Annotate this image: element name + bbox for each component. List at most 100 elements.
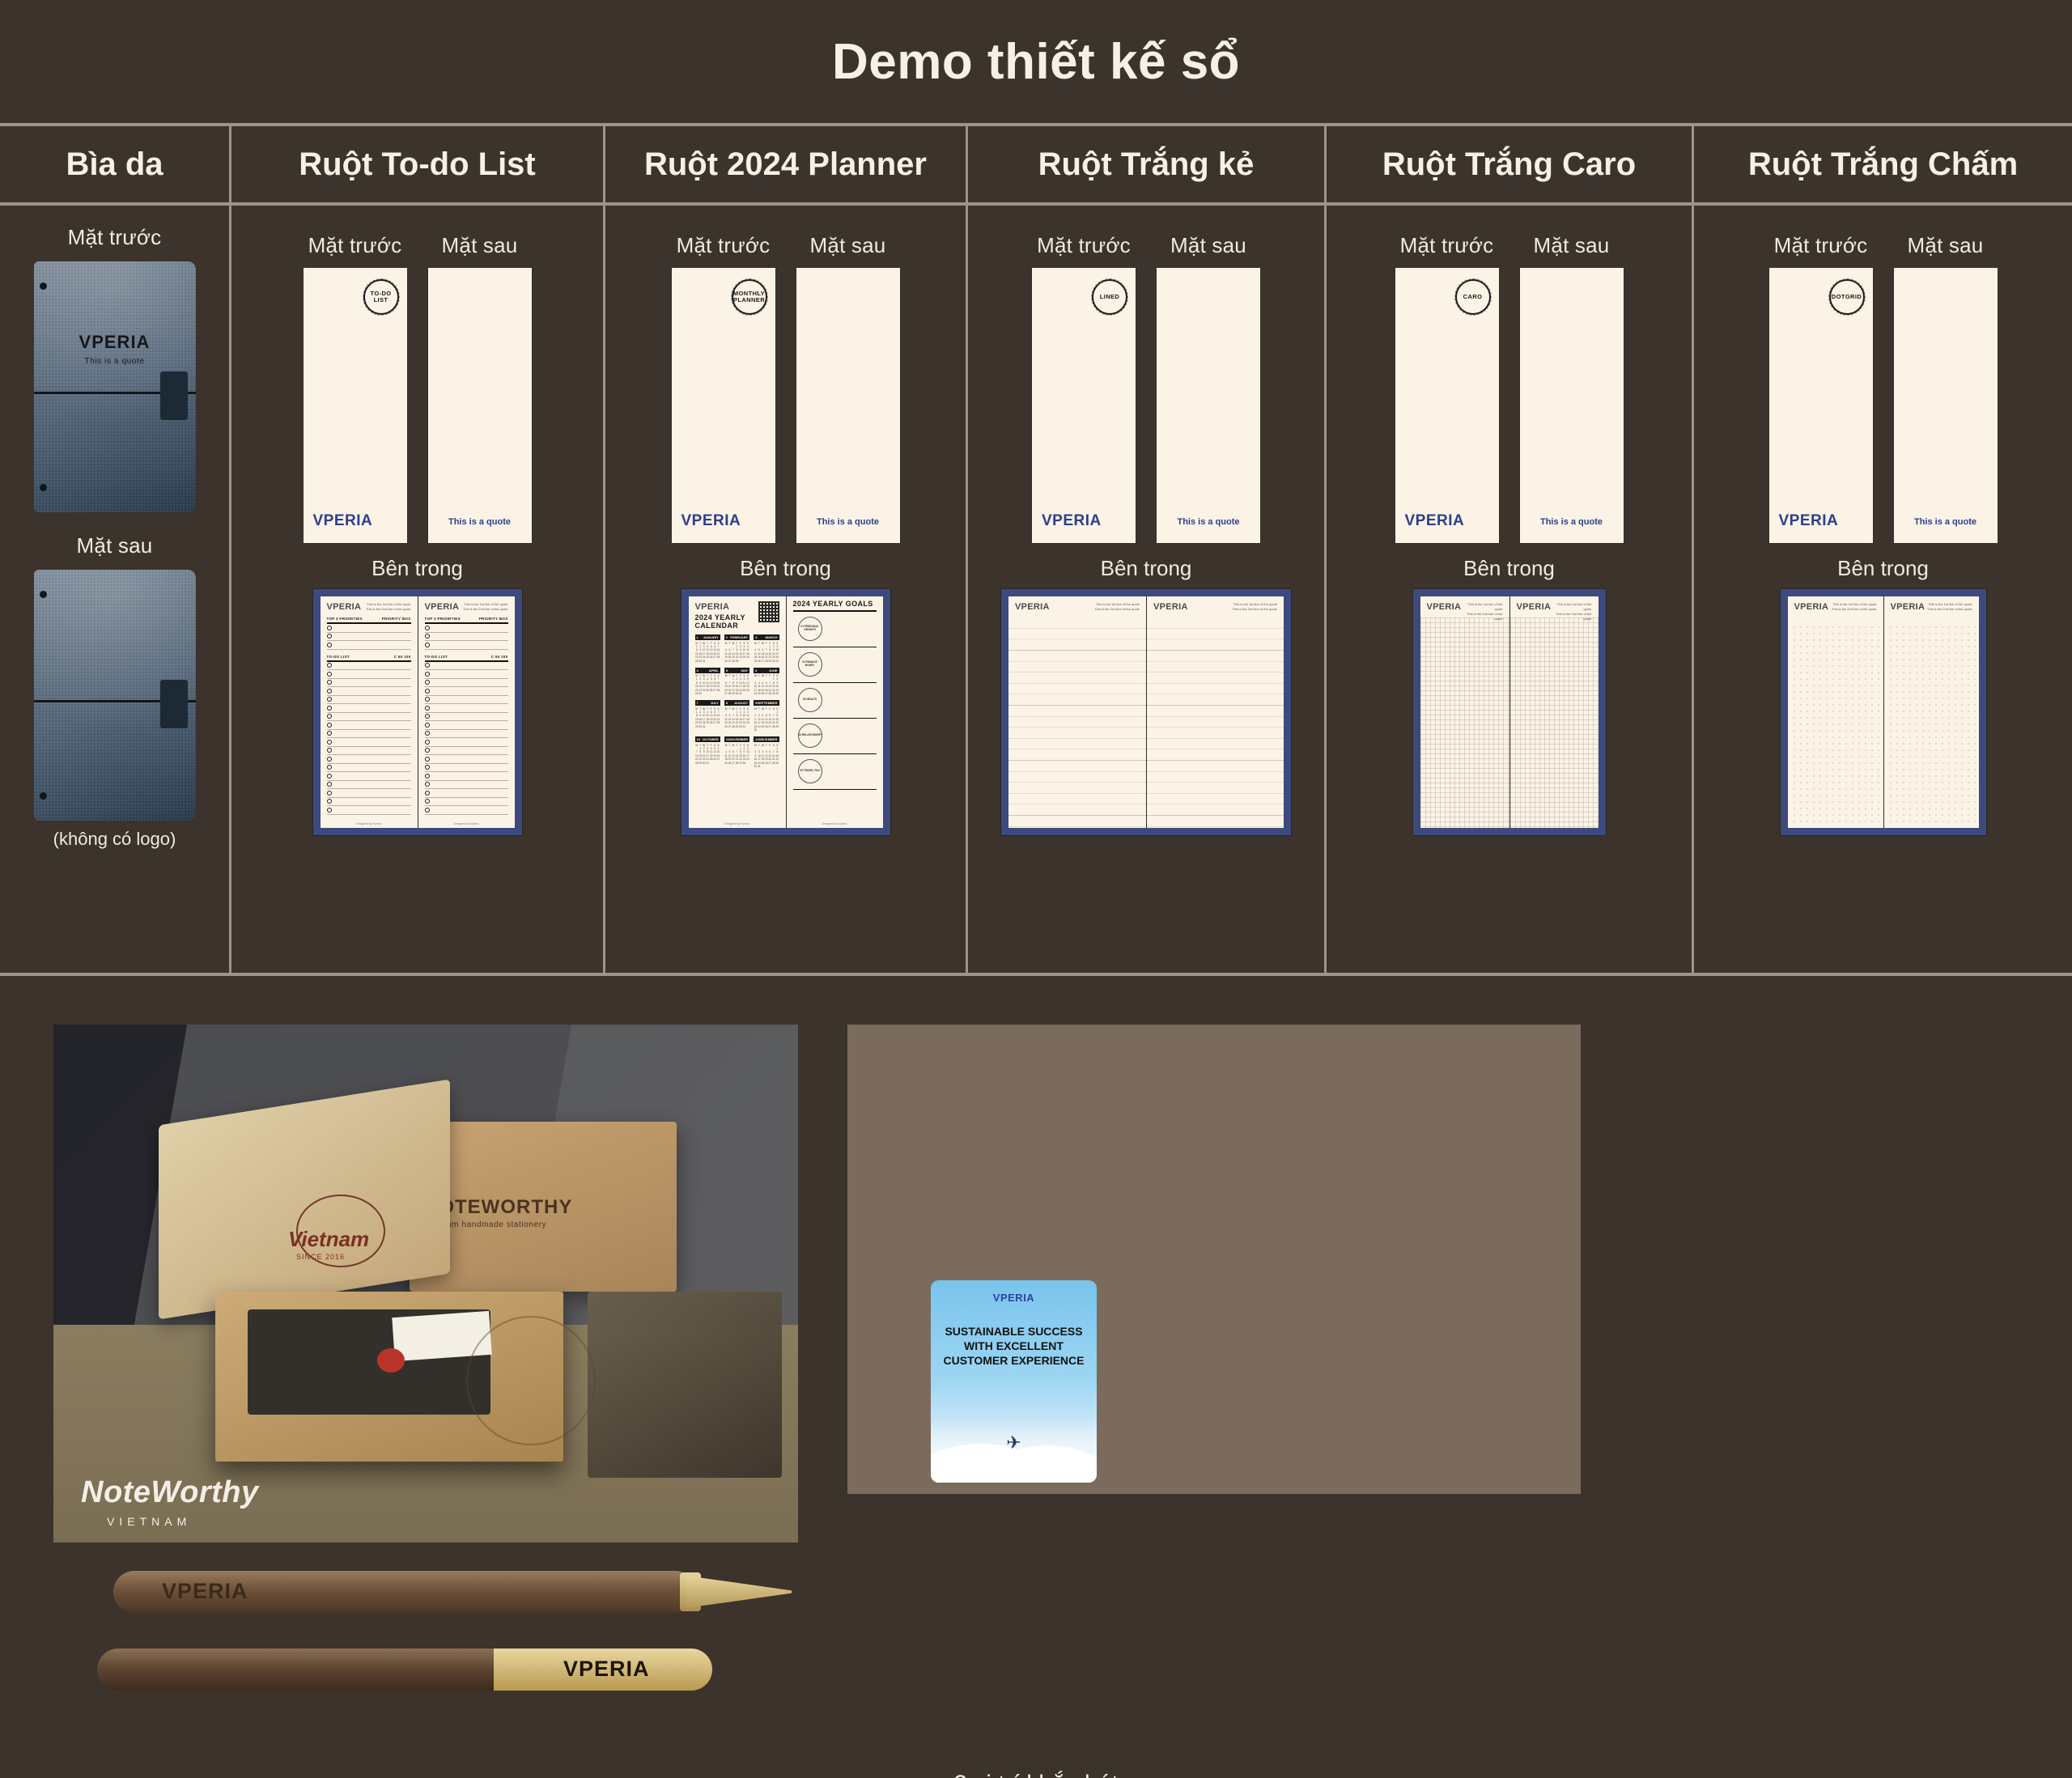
checkbox-circle-icon[interactable] xyxy=(424,634,430,639)
checkbox-circle-icon[interactable] xyxy=(424,807,430,813)
todo-row[interactable] xyxy=(326,798,411,806)
todo-row[interactable] xyxy=(326,641,411,650)
todo-row[interactable] xyxy=(326,696,411,704)
todo-row[interactable] xyxy=(326,781,411,789)
todo-sheet-brand: VPERIA xyxy=(312,512,373,529)
checkbox-circle-icon[interactable] xyxy=(326,714,332,719)
checkbox-circle-icon[interactable] xyxy=(424,697,430,702)
todo-row[interactable] xyxy=(326,755,411,764)
todo-row[interactable] xyxy=(326,772,411,781)
todo-row[interactable] xyxy=(326,670,411,679)
todo-row[interactable] xyxy=(326,624,411,633)
checkbox-circle-icon[interactable] xyxy=(326,731,332,736)
todo-row[interactable] xyxy=(326,721,411,730)
checkbox-circle-icon[interactable] xyxy=(326,705,332,711)
checkbox-circle-icon[interactable] xyxy=(424,739,430,745)
checkbox-circle-icon[interactable] xyxy=(424,680,430,685)
checkbox-circle-icon[interactable] xyxy=(424,756,430,762)
todo-row[interactable] xyxy=(424,764,508,772)
goal-row[interactable]: 04 RELATIONSHIP xyxy=(792,719,877,754)
todo-row[interactable] xyxy=(424,633,508,641)
todo-row[interactable] xyxy=(326,713,411,721)
checkbox-circle-icon[interactable] xyxy=(326,680,332,685)
checkbox-circle-icon[interactable] xyxy=(424,714,430,719)
todo-row[interactable] xyxy=(326,789,411,798)
checkbox-circle-icon[interactable] xyxy=(424,688,430,694)
todo-row[interactable] xyxy=(424,747,508,755)
checkbox-circle-icon[interactable] xyxy=(424,705,430,711)
todo-row[interactable] xyxy=(424,670,508,679)
checkbox-circle-icon[interactable] xyxy=(424,642,430,647)
todo-row[interactable] xyxy=(424,687,508,696)
checkbox-circle-icon[interactable] xyxy=(424,663,430,668)
goal-row[interactable]: 01 PERSONAL GROWTH xyxy=(792,612,877,647)
checkbox-circle-icon[interactable] xyxy=(326,634,332,639)
checkbox-circle-icon[interactable] xyxy=(326,722,332,728)
checkbox-circle-icon[interactable] xyxy=(424,765,430,770)
checkbox-circle-icon[interactable] xyxy=(424,748,430,753)
checkbox-circle-icon[interactable] xyxy=(326,739,332,745)
noteworthy-logo-sub: VIETNAM xyxy=(107,1515,192,1528)
goal-row[interactable]: 02 FINANCE MONEY xyxy=(792,647,877,683)
dot-back-label: Mặt sau xyxy=(1907,233,1984,257)
checkbox-circle-icon[interactable] xyxy=(326,782,332,787)
caro-back-sheet: This is a quote xyxy=(1519,268,1624,543)
todo-row[interactable] xyxy=(424,789,508,798)
checkbox-circle-icon[interactable] xyxy=(424,799,430,804)
todo-row[interactable] xyxy=(326,704,411,713)
todo-row[interactable] xyxy=(424,624,508,633)
checkbox-circle-icon[interactable] xyxy=(326,748,332,753)
lined-front-label: Mặt trước xyxy=(1037,233,1131,257)
checkbox-circle-icon[interactable] xyxy=(326,625,332,630)
checkbox-circle-icon[interactable] xyxy=(326,765,332,770)
todo-row[interactable] xyxy=(326,633,411,641)
todo-row[interactable] xyxy=(424,713,508,721)
todo-row[interactable] xyxy=(326,730,411,738)
checkbox-circle-icon[interactable] xyxy=(424,773,430,779)
checkbox-circle-icon[interactable] xyxy=(326,663,332,668)
checkbox-circle-icon[interactable] xyxy=(326,773,332,779)
todo-row[interactable] xyxy=(424,679,508,687)
todo-row[interactable] xyxy=(424,755,508,764)
checkbox-circle-icon[interactable] xyxy=(326,756,332,762)
checkbox-circle-icon[interactable] xyxy=(424,625,430,630)
todo-row[interactable] xyxy=(326,679,411,687)
checkbox-circle-icon[interactable] xyxy=(424,722,430,728)
checkbox-circle-icon[interactable] xyxy=(424,671,430,677)
todo-row[interactable] xyxy=(326,738,411,747)
todo-row[interactable] xyxy=(424,738,508,747)
todo-row[interactable] xyxy=(326,687,411,696)
goal-row[interactable]: 05 TRAVEL FUN xyxy=(792,754,877,790)
lined-page-right: VPERIA This is the 1st line of the quote… xyxy=(1146,596,1284,828)
checkbox-circle-icon[interactable] xyxy=(326,807,332,813)
checkbox-circle-icon[interactable] xyxy=(326,671,332,677)
todo-row[interactable] xyxy=(326,764,411,772)
todo-row[interactable] xyxy=(424,641,508,650)
todo-row[interactable] xyxy=(424,730,508,738)
checkbox-circle-icon[interactable] xyxy=(326,697,332,702)
checkbox-circle-icon[interactable] xyxy=(326,642,332,647)
goal-row[interactable]: 03 HEALTH xyxy=(792,683,877,719)
todo-spread-wrap: VPERIA This is the 1st line of the quote… xyxy=(231,589,603,835)
todo-row[interactable] xyxy=(326,662,411,670)
todo-row[interactable] xyxy=(424,662,508,670)
todo-row[interactable] xyxy=(424,721,508,730)
lined-page-left: VPERIA This is the 1st line of the quote… xyxy=(1008,596,1146,828)
lined-sheet-brand: VPERIA xyxy=(1042,512,1102,529)
todo-row[interactable] xyxy=(424,781,508,789)
todo-row[interactable] xyxy=(326,747,411,755)
checkbox-circle-icon[interactable] xyxy=(326,688,332,694)
todo-row[interactable] xyxy=(424,806,508,815)
todo-row[interactable] xyxy=(326,806,411,815)
todo-row[interactable] xyxy=(424,696,508,704)
todo-row[interactable] xyxy=(424,704,508,713)
todo-row[interactable] xyxy=(424,798,508,806)
dot-grid xyxy=(1887,624,1976,825)
checkbox-circle-icon[interactable] xyxy=(424,731,430,736)
checkbox-circle-icon[interactable] xyxy=(424,790,430,796)
checkbox-circle-icon[interactable] xyxy=(326,790,332,796)
checkbox-circle-icon[interactable] xyxy=(326,799,332,804)
checkbox-circle-icon[interactable] xyxy=(424,782,430,787)
column-header-lined: Ruột Trắng kẻ xyxy=(968,126,1327,202)
todo-row[interactable] xyxy=(424,772,508,781)
